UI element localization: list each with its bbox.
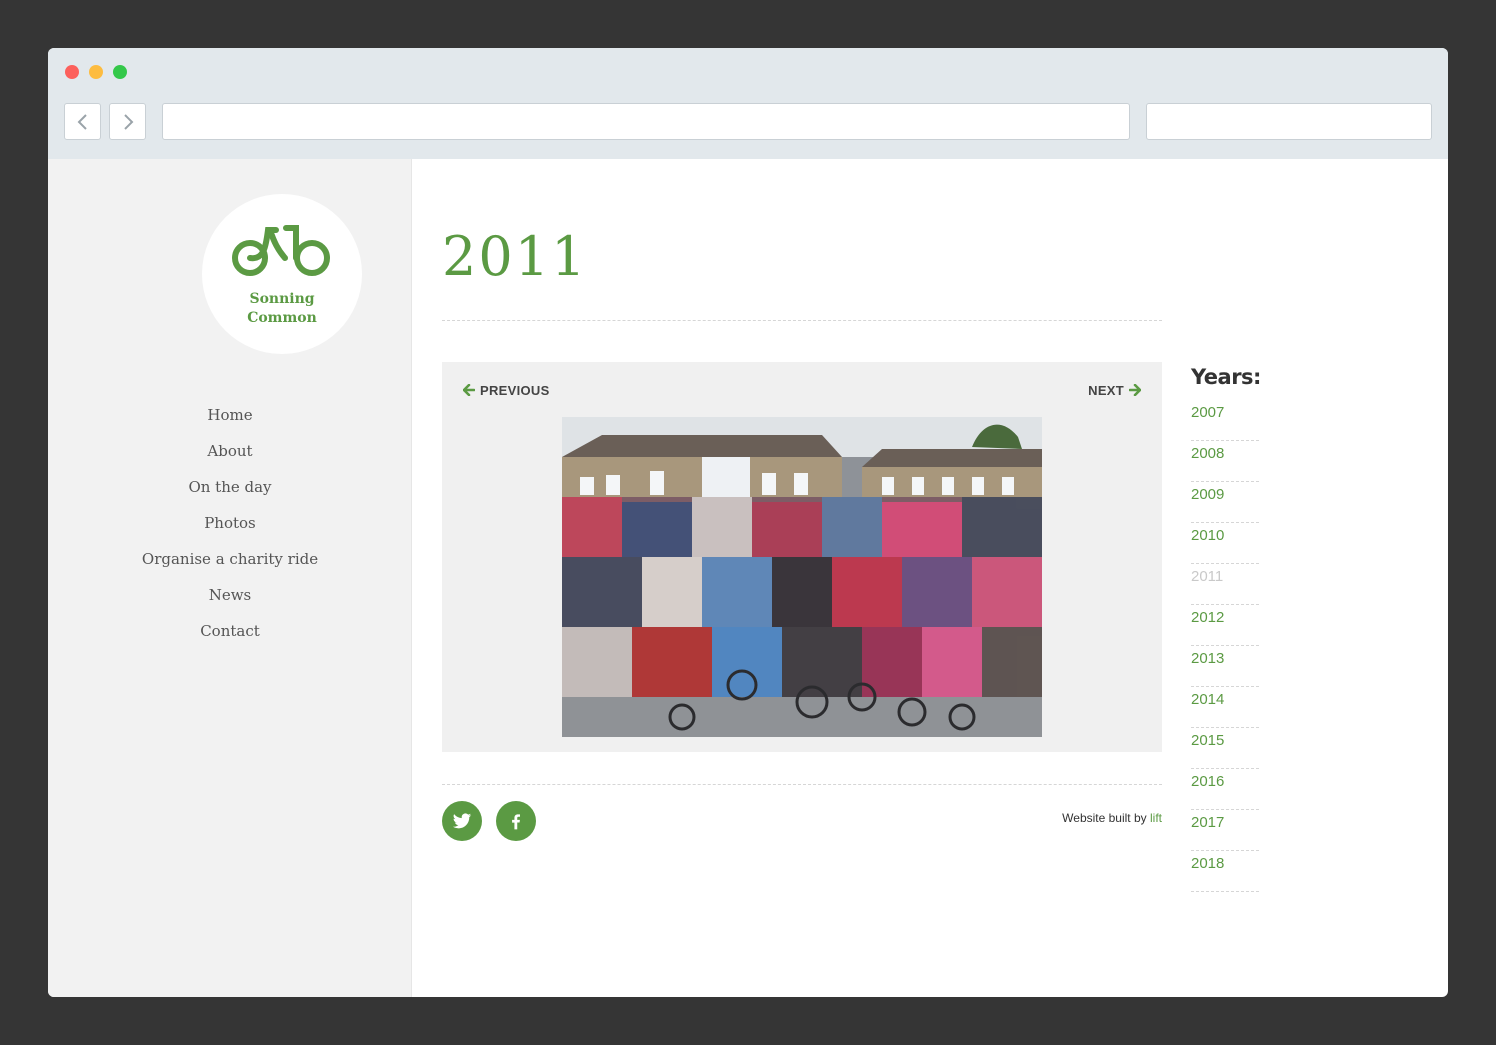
chevron-left-icon — [77, 114, 87, 130]
nav-item-about[interactable]: About — [48, 439, 463, 475]
facebook-icon — [512, 814, 520, 830]
next-label: NEXT — [1088, 382, 1124, 398]
minimize-window-button[interactable] — [89, 65, 103, 79]
nav-item-home[interactable]: Home — [48, 403, 463, 439]
main-navigation: Home About On the day Photos Organise a … — [48, 403, 412, 655]
photo-gallery: PREVIOUS NEXT — [442, 362, 1162, 752]
years-heading: Years: — [1191, 365, 1261, 389]
site-logo[interactable]: Sonning Common — [202, 194, 362, 354]
divider — [442, 784, 1162, 785]
nav-item-on-the-day[interactable]: On the day — [48, 475, 463, 511]
cyclists-crowd-photo — [562, 417, 1042, 737]
year-link-2010[interactable]: 2010 — [1191, 523, 1259, 564]
nav-item-organise-charity-ride[interactable]: Organise a charity ride — [48, 547, 463, 583]
address-bar[interactable] — [162, 103, 1130, 140]
year-link-2018[interactable]: 2018 — [1191, 851, 1259, 892]
twitter-icon — [452, 813, 472, 829]
year-link-2012[interactable]: 2012 — [1191, 605, 1259, 646]
year-link-2013[interactable]: 2013 — [1191, 646, 1259, 687]
main-content: 2011 PREVIOUS NEXT Website built by lift… — [412, 159, 1448, 997]
previous-label: PREVIOUS — [480, 382, 550, 398]
divider — [442, 320, 1162, 321]
year-link-2009[interactable]: 2009 — [1191, 482, 1259, 523]
year-link-2016[interactable]: 2016 — [1191, 769, 1259, 810]
logo-line-1: Sonning — [249, 291, 315, 307]
arrow-right-icon — [1129, 384, 1141, 396]
twitter-button[interactable] — [442, 801, 482, 841]
previous-button[interactable]: PREVIOUS — [463, 382, 550, 398]
nav-item-photos[interactable]: Photos — [48, 511, 463, 547]
facebook-button[interactable] — [496, 801, 536, 841]
year-link-2015[interactable]: 2015 — [1191, 728, 1259, 769]
chevron-right-icon — [124, 114, 134, 130]
forward-button[interactable] — [109, 103, 146, 140]
browser-window: Sonning Common Home About On the day Pho… — [48, 48, 1448, 997]
logo-text: Sonning Common — [202, 290, 362, 328]
year-link-2008[interactable]: 2008 — [1191, 441, 1259, 482]
bicycle-logo-icon — [232, 225, 330, 276]
maximize-window-button[interactable] — [113, 65, 127, 79]
close-window-button[interactable] — [65, 65, 79, 79]
gallery-photo[interactable] — [562, 417, 1042, 737]
site-credit: Website built by lift — [1062, 811, 1162, 825]
next-button[interactable]: NEXT — [1088, 382, 1141, 398]
year-link-2017[interactable]: 2017 — [1191, 810, 1259, 851]
back-button[interactable] — [64, 103, 101, 140]
nav-item-news[interactable]: News — [48, 583, 463, 619]
credit-link[interactable]: lift — [1150, 811, 1162, 825]
year-link-2007[interactable]: 2007 — [1191, 400, 1259, 441]
page-title: 2011 — [442, 225, 588, 288]
sidebar: Sonning Common Home About On the day Pho… — [48, 159, 412, 997]
browser-search-field[interactable] — [1146, 103, 1432, 140]
credit-prefix: Website built by — [1062, 811, 1147, 825]
year-link-2011[interactable]: 2011 — [1191, 564, 1259, 605]
browser-chrome — [48, 48, 1448, 159]
arrow-left-icon — [463, 384, 475, 396]
year-link-2014[interactable]: 2014 — [1191, 687, 1259, 728]
logo-line-2: Common — [247, 310, 317, 326]
years-sidebar: Years: 2007 2008 2009 2010 2011 2012 201… — [1191, 362, 1261, 892]
nav-item-contact[interactable]: Contact — [48, 619, 463, 655]
